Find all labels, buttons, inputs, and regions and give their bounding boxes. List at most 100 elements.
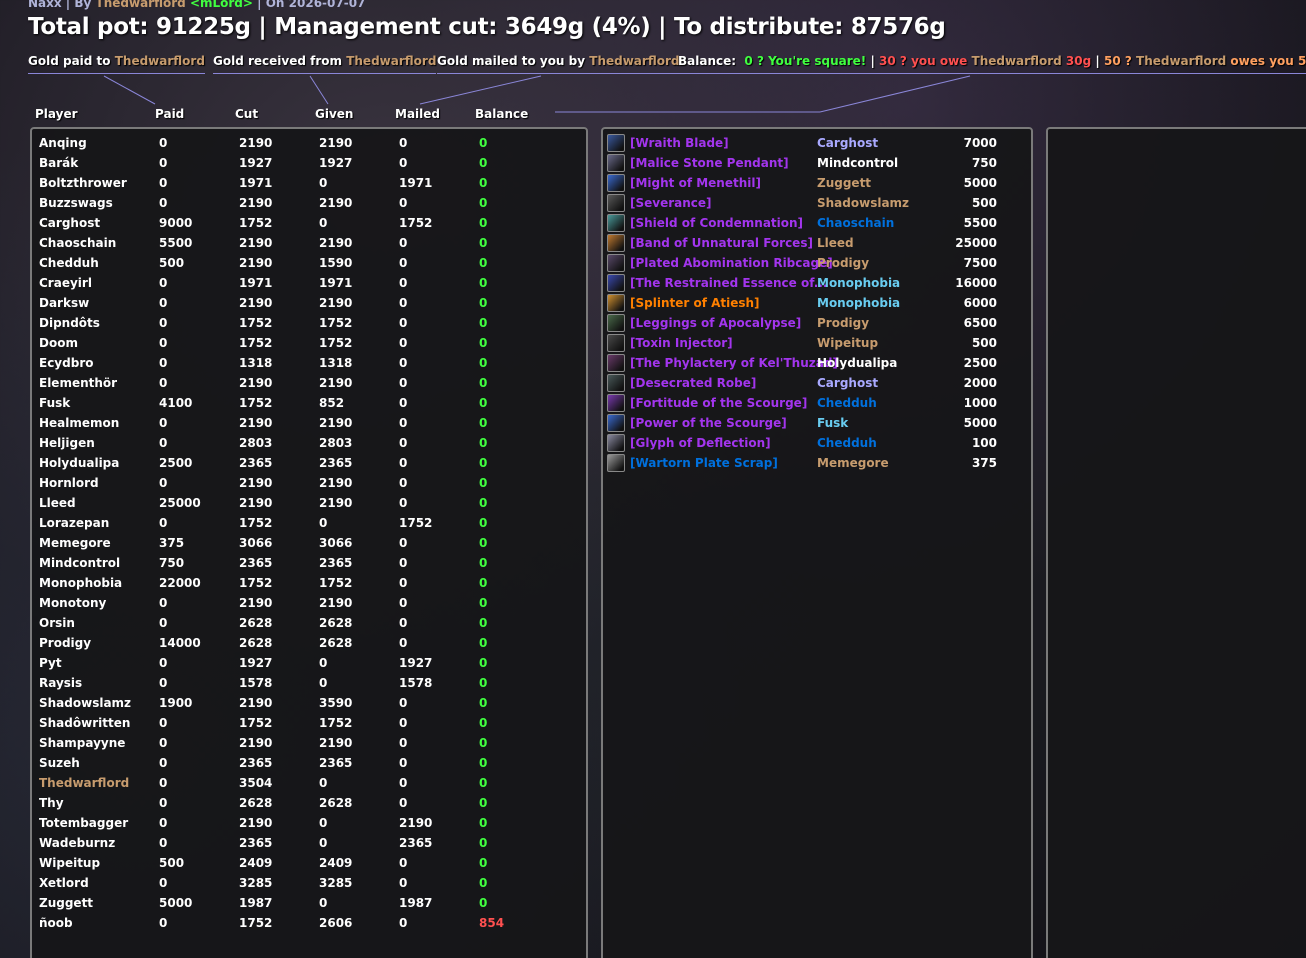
table-row[interactable]: Totembagger 0 2190 0 2190 0 <box>32 813 582 833</box>
loot-row[interactable]: [Band of Unnatural Forces] Lleed 25000 <box>603 233 1029 253</box>
paid-cell: 750 <box>159 556 185 570</box>
loot-row[interactable]: [Wraith Blade] Carghost 7000 <box>603 133 1029 153</box>
item-link[interactable]: [Wraith Blade] <box>630 136 729 150</box>
table-row[interactable]: Memegore 375 3066 3066 0 0 <box>32 533 582 553</box>
buyer-name: Wipeitup <box>817 336 879 350</box>
loot-row[interactable]: [The Restrained Essence of... Monophobia 1… <box>603 273 1029 293</box>
item-link[interactable]: [Glyph of Deflection] <box>630 436 771 450</box>
legend-separator: | <box>1095 54 1100 68</box>
loot-row[interactable]: [Severance] Shadowslamz 500 <box>603 193 1029 213</box>
player-name: Prodigy <box>39 636 92 650</box>
table-row[interactable]: Shampayyne 0 2190 2190 0 0 <box>32 733 582 753</box>
phylactery-icon <box>607 354 625 372</box>
item-link[interactable]: [Power of the Scourge] <box>630 416 787 430</box>
table-row[interactable]: Mindcontrol 750 2365 2365 0 0 <box>32 553 582 573</box>
table-row[interactable]: Fusk 4100 1752 852 0 0 <box>32 393 582 413</box>
cut-cell: 3066 <box>239 536 273 550</box>
item-link[interactable]: [The Phylactery of Kel'Thuzad] <box>630 356 838 370</box>
axe-icon <box>607 194 625 212</box>
item-link[interactable]: [Fortitude of the Scourge] <box>630 396 807 410</box>
table-row[interactable]: Wipeitup 500 2409 2409 0 0 <box>32 853 582 873</box>
paid-cell: 0 <box>159 916 168 930</box>
table-row[interactable]: ñoob 0 1752 2606 0 854 <box>32 913 582 933</box>
table-row[interactable]: Doom 0 1752 1752 0 0 <box>32 333 582 353</box>
table-row[interactable]: Xetlord 0 3285 3285 0 0 <box>32 873 582 893</box>
balance-cell: 0 <box>479 376 488 390</box>
item-link[interactable]: [Malice Stone Pendant] <box>630 156 789 170</box>
table-row[interactable]: Suzeh 0 2365 2365 0 0 <box>32 753 582 773</box>
table-row[interactable]: Ecydbro 0 1318 1318 0 0 <box>32 353 582 373</box>
given-cell: 3590 <box>319 696 353 710</box>
item-link[interactable]: [Plated Abomination Ribcage] <box>630 256 833 270</box>
cut-cell: 2190 <box>239 816 273 830</box>
table-row[interactable]: Boltzthrower 0 1971 0 1971 0 <box>32 173 582 193</box>
table-row[interactable]: Darksw 0 2190 2190 0 0 <box>32 293 582 313</box>
table-row[interactable]: Healmemon 0 2190 2190 0 0 <box>32 413 582 433</box>
mailed-cell: 2190 <box>399 816 433 830</box>
loot-row[interactable]: [Fortitude of the Scourge] Chedduh 1000 <box>603 393 1029 413</box>
table-row[interactable]: Zuggett 5000 1987 0 1987 0 <box>32 893 582 913</box>
loot-row[interactable]: [Plated Abomination Ribcage] Prodigy 7500 <box>603 253 1029 273</box>
table-row[interactable]: Holydualipa 2500 2365 2365 0 0 <box>32 453 582 473</box>
paid-cell: 0 <box>159 276 168 290</box>
raid-date: 2026-07-07 <box>288 0 366 10</box>
loot-row[interactable]: [Splinter of Atiesh] Monophobia 6000 <box>603 293 1029 313</box>
table-row[interactable]: Wadeburnz 0 2365 0 2365 0 <box>32 833 582 853</box>
item-link[interactable]: [Desecrated Robe] <box>630 376 756 390</box>
paid-cell: 0 <box>159 336 168 350</box>
table-row[interactable]: Thedwarflord 0 3504 0 0 0 <box>32 773 582 793</box>
loot-row[interactable]: [Malice Stone Pendant] Mindcontrol 750 <box>603 153 1029 173</box>
table-row[interactable]: Lorazepan 0 1752 0 1752 0 <box>32 513 582 533</box>
paid-cell: 0 <box>159 176 168 190</box>
buyer-name: Monophobia <box>817 276 901 290</box>
legend-owe-name: Thedwarflord <box>971 54 1062 68</box>
table-row[interactable]: Chaoschain 5500 2190 2190 0 0 <box>32 233 582 253</box>
given-cell: 0 <box>319 656 328 670</box>
loot-row[interactable]: [Wartorn Plate Scrap] Memegore 375 <box>603 453 1029 473</box>
loot-row[interactable]: [Leggings of Apocalypse] Prodigy 6500 <box>603 313 1029 333</box>
item-link[interactable]: [Might of Menethil] <box>630 176 761 190</box>
item-link[interactable]: [Band of Unnatural Forces] <box>630 236 813 250</box>
loot-row[interactable]: [Power of the Scourge] Fusk 5000 <box>603 413 1029 433</box>
item-link[interactable]: [Shield of Condemnation] <box>630 216 803 230</box>
table-row[interactable]: Barák 0 1927 1927 0 0 <box>32 153 582 173</box>
given-cell: 2190 <box>319 736 353 750</box>
table-row[interactable]: Prodigy 14000 2628 2628 0 0 <box>32 633 582 653</box>
loot-row[interactable]: [The Phylactery of Kel'Thuzad] Holydualip… <box>603 353 1029 373</box>
loot-row[interactable]: [Shield of Condemnation] Chaoschain 5500 <box>603 213 1029 233</box>
table-row[interactable]: Monophobia 22000 1752 1752 0 0 <box>32 573 582 593</box>
table-row[interactable]: Buzzswags 0 2190 2190 0 0 <box>32 193 582 213</box>
item-link[interactable]: [Toxin Injector] <box>630 336 733 350</box>
loot-row[interactable]: [Glyph of Deflection] Chedduh 100 <box>603 433 1029 453</box>
loot-row[interactable]: [Might of Menethil] Zuggett 5000 <box>603 173 1029 193</box>
table-row[interactable]: Shadowslamz 1900 2190 3590 0 0 <box>32 693 582 713</box>
item-link[interactable]: [Wartorn Plate Scrap] <box>630 456 778 470</box>
item-link[interactable]: [Leggings of Apocalypse] <box>630 316 801 330</box>
item-link[interactable]: [Severance] <box>630 196 712 210</box>
table-row[interactable]: Chedduh 500 2190 1590 0 0 <box>32 253 582 273</box>
table-row[interactable]: Elementhör 0 2190 2190 0 0 <box>32 373 582 393</box>
loot-row[interactable]: [Toxin Injector] Wipeitup 500 <box>603 333 1029 353</box>
table-row[interactable]: Raysis 0 1578 0 1578 0 <box>32 673 582 693</box>
table-row[interactable]: Orsin 0 2628 2628 0 0 <box>32 613 582 633</box>
table-row[interactable]: Pyt 0 1927 0 1927 0 <box>32 653 582 673</box>
players-panel[interactable]: Anqing 0 2190 2190 0 0 Barák 0 1927 1927 0 0 Boltzth… <box>30 127 588 958</box>
mailed-cell: 0 <box>399 156 408 170</box>
table-row[interactable]: Hornlord 0 2190 2190 0 0 <box>32 473 582 493</box>
buyer-name: Fusk <box>817 416 849 430</box>
table-row[interactable]: Thy 0 2628 2628 0 0 <box>32 793 582 813</box>
table-row[interactable]: Shadôwritten 0 1752 1752 0 0 <box>32 713 582 733</box>
table-row[interactable]: Dipndôts 0 1752 1752 0 0 <box>32 313 582 333</box>
loot-panel[interactable]: [Wraith Blade] Carghost 7000 [Malice Stone … <box>601 127 1033 958</box>
item-link[interactable]: [The Restrained Essence of... <box>630 276 827 290</box>
table-row[interactable]: Monotony 0 2190 2190 0 0 <box>32 593 582 613</box>
table-row[interactable]: Carghost 9000 1752 0 1752 0 <box>32 213 582 233</box>
loot-row[interactable]: [Desecrated Robe] Carghost 2000 <box>603 373 1029 393</box>
table-row[interactable]: Heljigen 0 2803 2803 0 0 <box>32 433 582 453</box>
buyer-name: Chedduh <box>817 396 877 410</box>
item-link[interactable]: [Splinter of Atiesh] <box>630 296 760 310</box>
table-row[interactable]: Craeyirl 0 1971 1971 0 0 <box>32 273 582 293</box>
table-row[interactable]: Lleed 25000 2190 2190 0 0 <box>32 493 582 513</box>
table-row[interactable]: Anqing 0 2190 2190 0 0 <box>32 133 582 153</box>
col-balance: Balance <box>475 107 529 121</box>
